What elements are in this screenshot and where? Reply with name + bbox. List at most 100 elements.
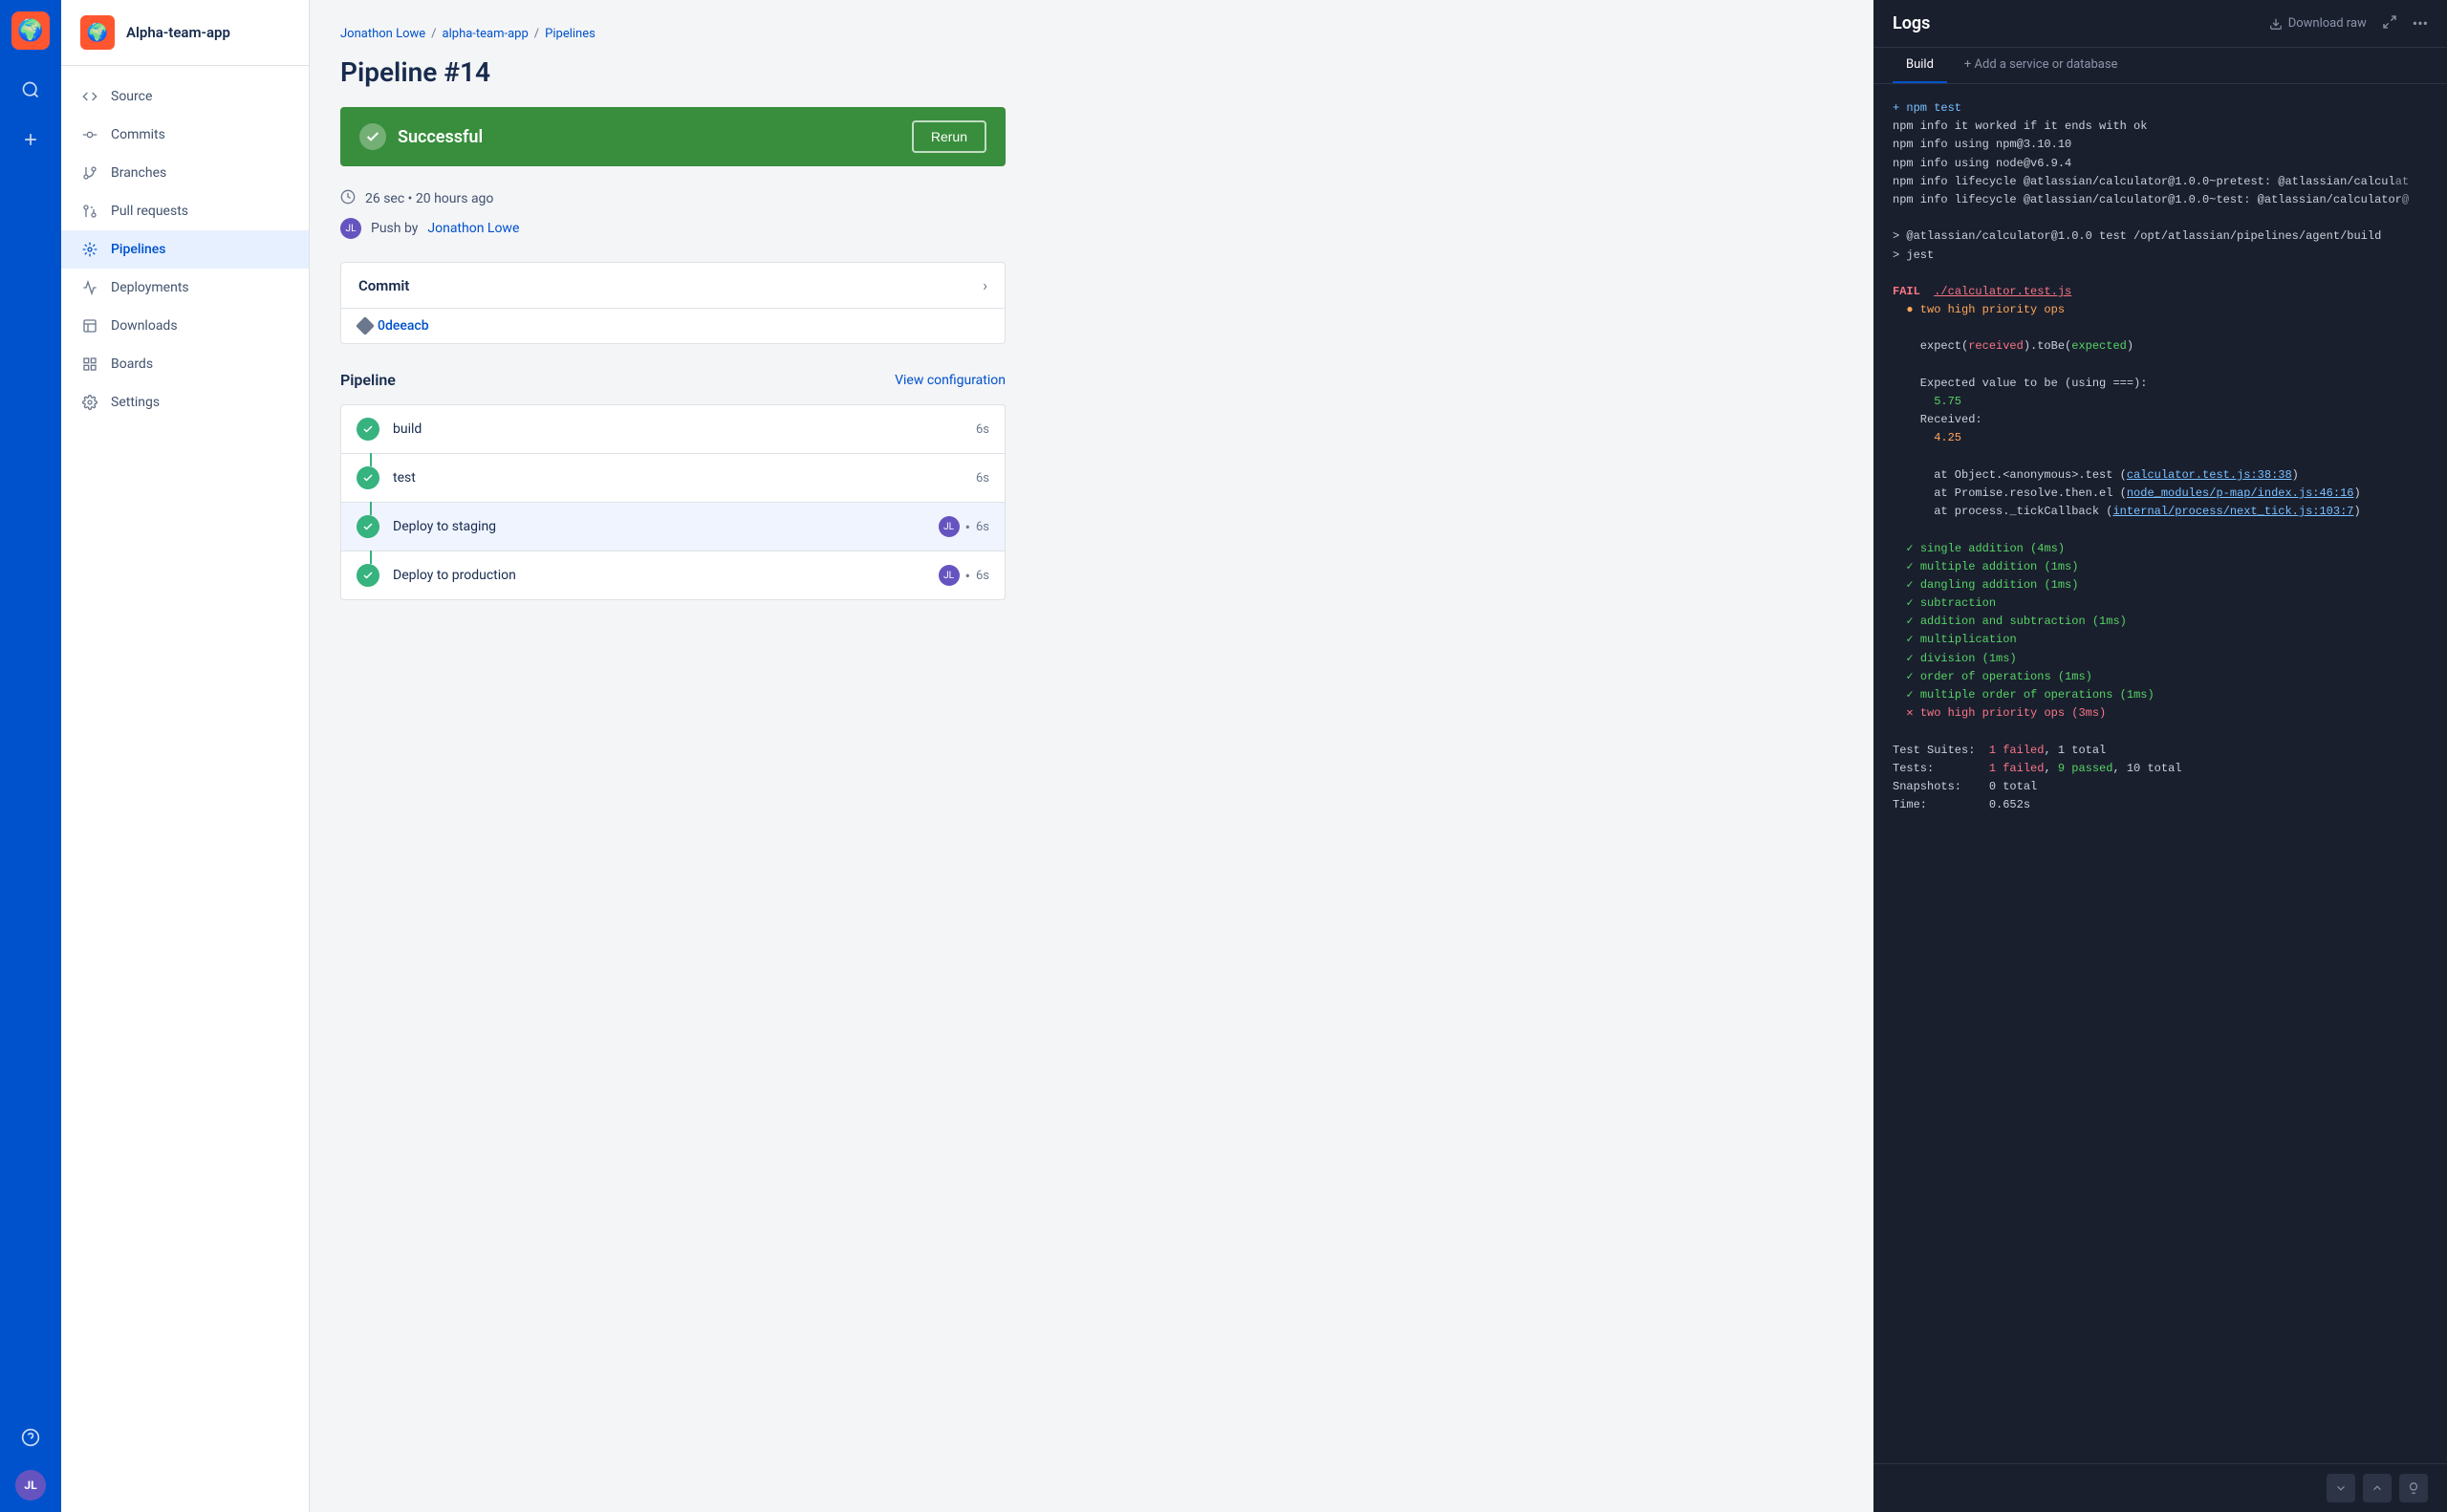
breadcrumb-section[interactable]: Pipelines [545,27,596,41]
log-line: ✓ single addition (4ms) [1893,540,2428,558]
step-check-build [357,418,379,441]
commit-hash: 0deeacb [358,318,429,334]
icon-bar: JL [0,0,61,1512]
app-logo[interactable] [11,11,50,50]
chevron-right-icon: › [983,276,987,294]
logs-title: Logs [1893,13,1930,33]
source-icon [80,87,99,106]
breadcrumb-user[interactable]: Jonathon Lowe [340,27,425,41]
sidebar-header: 🌍 Alpha-team-app [61,0,309,66]
pusher-link[interactable]: Jonathon Lowe [427,221,519,236]
search-button[interactable] [13,73,48,107]
page-title: Pipeline #14 [340,56,1006,88]
step-check-test [357,466,379,489]
commits-icon [80,125,99,144]
step-avatar-production: JL [939,565,960,586]
breadcrumb-repo[interactable]: alpha-team-app [443,27,529,41]
step-time-staging: 6s [976,520,989,534]
step-meta-production: JL • 6s [939,565,989,586]
log-line: > jest [1893,247,2428,265]
step-check-staging [357,515,379,538]
sidebar-item-boards[interactable]: Boards [61,345,309,383]
commit-box-header[interactable]: Commit › [341,263,1005,308]
commit-box-body: 0deeacb [341,308,1005,343]
expand-button[interactable] [2382,14,2397,33]
log-line: 5.75 [1893,393,2428,411]
log-line: 4.25 [1893,429,2428,447]
log-line: ● two high priority ops [1893,301,2428,319]
step-meta-test: 6s [976,471,989,486]
duration-text: 26 sec • 20 hours ago [365,191,493,206]
log-line: Test Suites: 1 failed, 1 total [1893,742,2428,760]
sidebar-nav: Source Commits Branches [61,66,309,433]
add-button[interactable] [13,122,48,157]
logs-tab-build[interactable]: Build [1893,48,1947,83]
step-connector-3 [370,551,372,564]
step-dot-staging: • [965,518,970,536]
step-meta-build: 6s [976,422,989,437]
sidebar-app-icon: 🌍 [80,15,115,50]
sidebar-item-deployments[interactable]: Deployments [61,269,309,307]
status-check-icon [359,123,386,150]
log-line: FAIL ./calculator.test.js [1893,283,2428,301]
pusher-avatar: JL [340,218,361,239]
log-line: ✓ multiple addition (1ms) [1893,558,2428,576]
pipeline-steps: build 6s test 6s [340,404,1006,600]
view-config-link[interactable]: View configuration [895,373,1006,388]
pipelines-icon [80,240,99,259]
sidebar-item-source[interactable]: Source [61,77,309,116]
settings-icon [80,393,99,412]
log-line: npm info using node@v6.9.4 [1893,155,2428,173]
log-line: ✓ multiple order of operations (1ms) [1893,686,2428,704]
sidebar-item-commits[interactable]: Commits [61,116,309,154]
deployments-icon [80,278,99,297]
log-line: Snapshots: 0 total [1893,778,2428,796]
clock-icon [340,189,356,208]
log-line: Expected value to be (using ===): [1893,375,2428,393]
download-raw-label: Download raw [2288,16,2367,31]
step-deploy-staging[interactable]: Deploy to staging JL • 6s [340,502,1006,551]
log-line: ✓ order of operations (1ms) [1893,668,2428,686]
log-line: ✓ multiplication [1893,631,2428,649]
sidebar-item-branches[interactable]: Branches [61,154,309,192]
log-line: npm info using npm@3.10.10 [1893,136,2428,154]
sidebar-item-settings[interactable]: Settings [61,383,309,421]
step-time-test: 6s [976,471,989,486]
step-build[interactable]: build 6s [340,404,1006,453]
push-row: JL Push by Jonathon Lowe [340,218,1006,239]
log-line: + npm test [1893,99,2428,118]
sidebar-item-pipelines[interactable]: Pipelines [61,230,309,269]
log-line: ✓ dangling addition (1ms) [1893,576,2428,594]
settings-label: Settings [111,395,160,410]
commit-hash-link[interactable]: 0deeacb [378,318,429,334]
lightbulb-button[interactable] [2399,1474,2428,1502]
rerun-button[interactable]: Rerun [912,120,986,153]
scroll-down-button[interactable] [2327,1474,2355,1502]
logs-tab-add-service[interactable]: + Add a service or database [1951,48,2132,83]
main-content: Jonathon Lowe / alpha-team-app / Pipelin… [310,0,1873,1512]
pipeline-header: Pipeline View configuration [340,371,1006,389]
pull-requests-label: Pull requests [111,204,188,219]
log-line: at Object.<anonymous>.test (calculator.t… [1893,466,2428,485]
log-line: npm info lifecycle @atlassian/calculator… [1893,173,2428,191]
scroll-up-button[interactable] [2363,1474,2392,1502]
step-test[interactable]: test 6s [340,453,1006,502]
step-name-staging: Deploy to staging [393,519,925,534]
log-line: Received: [1893,411,2428,429]
sidebar-item-downloads[interactable]: Downloads [61,307,309,345]
log-line: at process._tickCallback (internal/proce… [1893,503,2428,521]
more-options-button[interactable]: ••• [2413,14,2428,32]
step-avatar-staging: JL [939,516,960,537]
help-button[interactable] [13,1420,48,1455]
step-time-production: 6s [976,569,989,583]
step-dot-production: • [965,567,970,585]
commit-title: Commit [358,277,409,294]
download-raw-button[interactable]: Download raw [2269,16,2367,31]
sidebar-item-pull-requests[interactable]: Pull requests [61,192,309,230]
status-left: Successful [359,123,483,150]
log-line: > @atlassian/calculator@1.0.0 test /opt/… [1893,227,2428,246]
log-line [1893,356,2428,375]
step-deploy-production[interactable]: Deploy to production JL • 6s [340,551,1006,600]
logs-body[interactable]: + npm test npm info it worked if it ends… [1873,84,2447,1463]
user-avatar[interactable]: JL [15,1470,46,1501]
